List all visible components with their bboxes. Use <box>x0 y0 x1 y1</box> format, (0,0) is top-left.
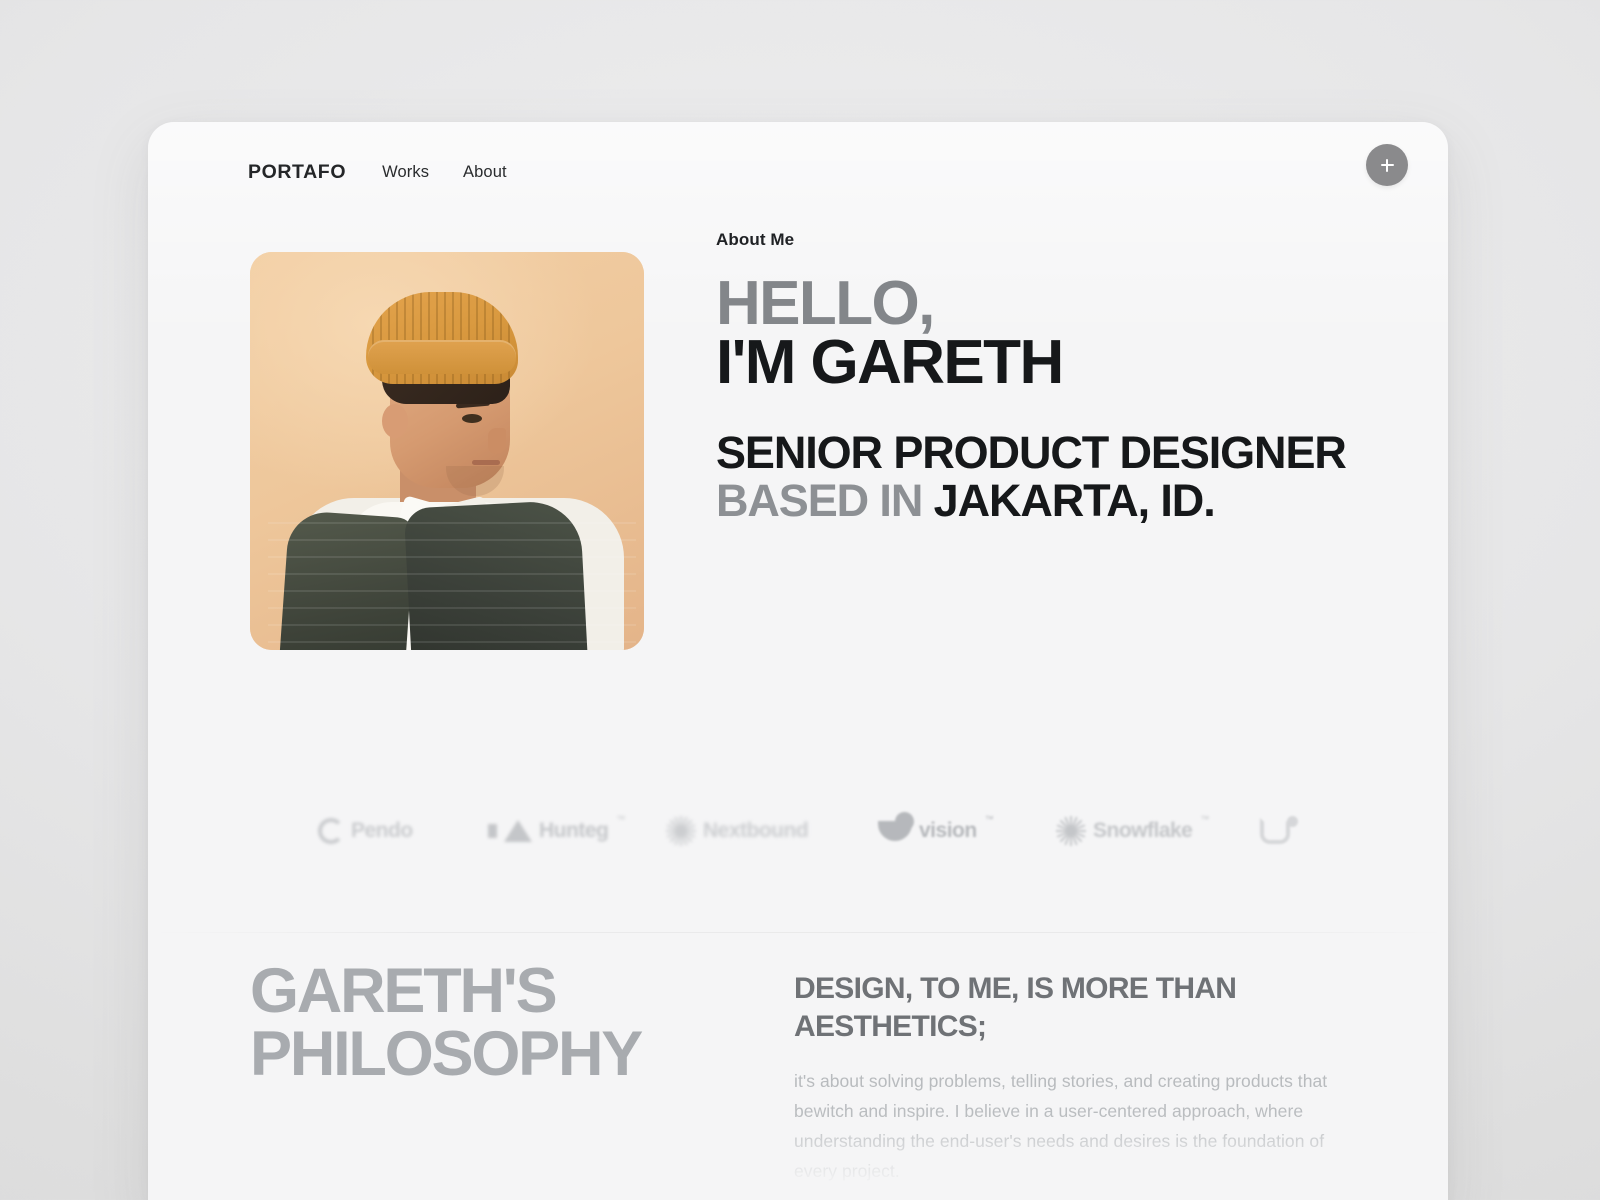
trademark-icon: ™ <box>616 814 626 824</box>
portrait-beanie-band <box>368 340 516 374</box>
hero-section: About Me HELLO, I'M GARETH SENIOR PRODUC… <box>148 230 1448 650</box>
hero-copy: About Me HELLO, I'M GARETH SENIOR PRODUC… <box>716 230 1416 525</box>
headline-name: I'M GARETH <box>716 327 1064 397</box>
square-icon <box>488 824 497 838</box>
client-logo-label: Pendo <box>351 819 413 842</box>
client-logo-label: Snowflake <box>1093 819 1193 842</box>
hero-subline: SENIOR PRODUCT DESIGNER BASED IN JAKARTA… <box>716 426 1416 526</box>
section-divider <box>148 932 1448 933</box>
plus-icon-vertical <box>1386 158 1388 172</box>
portrait-vest-left <box>278 509 416 650</box>
brand-logo[interactable]: PORTAFO <box>248 161 346 184</box>
portrait-eye <box>462 414 482 423</box>
hero-headline: HELLO, I'M GARETH <box>716 273 1416 394</box>
trademark-icon: ™ <box>984 814 994 824</box>
nav-link-about[interactable]: About <box>463 163 507 182</box>
philosophy-section: GARETH'S PHILOSOPHY DESIGN, TO ME, IS MO… <box>148 960 1448 1200</box>
client-logo-label: Hunteg <box>539 819 609 842</box>
philosophy-body: DESIGN, TO ME, IS MORE THAN AESTHETICS; … <box>794 970 1334 1186</box>
subline-based-in: BASED IN <box>716 474 923 526</box>
portfolio-page-card: PORTAFO Works About About Me HELLO, I'M … <box>148 122 1448 1200</box>
client-logo-hunteg[interactable]: Hunteg ™ <box>488 814 625 848</box>
hook-icon <box>1260 816 1298 844</box>
subline-location: JAKARTA, ID. <box>922 474 1216 526</box>
portrait-vest <box>268 499 636 650</box>
wave-icon <box>878 812 914 841</box>
portrait-image <box>250 252 644 650</box>
circle-icon <box>318 818 344 844</box>
client-logo-snowflake[interactable]: Snowflake ™ <box>1056 814 1209 848</box>
nav-link-works[interactable]: Works <box>382 163 429 182</box>
site-navigation: PORTAFO Works About <box>248 142 1408 202</box>
add-button[interactable] <box>1366 144 1408 186</box>
client-logo-nextbound[interactable]: Nextbound <box>666 814 816 848</box>
portrait-nose <box>488 428 506 454</box>
philosophy-paragraph: it's about solving problems, telling sto… <box>794 1070 1328 1181</box>
client-logo-strip: Pendo Hunteg ™ Nextbound vision ™ Snowfl… <box>148 774 1448 894</box>
burst-icon <box>1056 816 1086 846</box>
client-logo-pendo[interactable]: Pendo <box>318 814 421 848</box>
client-logo-partial[interactable] <box>1260 814 1298 848</box>
about-me-label: About Me <box>716 230 795 249</box>
philosophy-title: GARETH'S PHILOSOPHY <box>250 956 643 1089</box>
portrait-ear <box>382 404 408 438</box>
client-logo-vision[interactable]: vision ™ <box>878 812 994 848</box>
philosophy-heading: DESIGN, TO ME, IS MORE THAN AESTHETICS; <box>794 972 1237 1043</box>
client-logo-label: vision <box>919 819 977 842</box>
trademark-icon: ™ <box>1200 814 1210 824</box>
subline-role: SENIOR PRODUCT DESIGNER <box>716 426 1347 478</box>
client-logo-label: Nextbound <box>703 819 809 842</box>
house-icon <box>504 820 532 842</box>
star-icon <box>666 816 696 846</box>
portrait-lips <box>472 460 500 465</box>
